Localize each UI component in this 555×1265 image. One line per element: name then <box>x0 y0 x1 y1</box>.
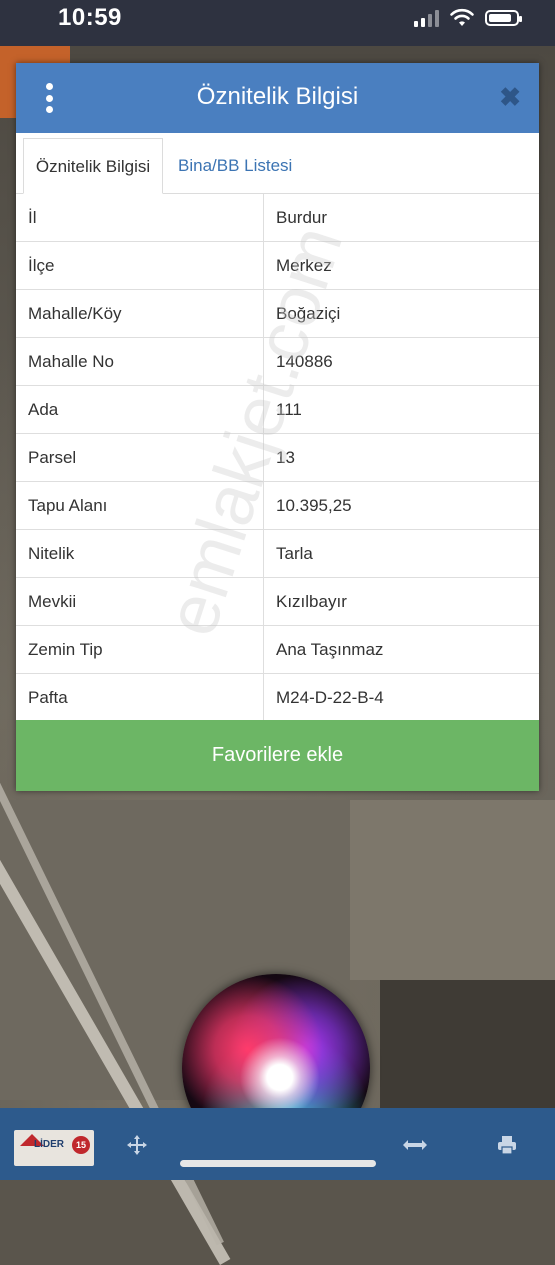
row-key: Pafta <box>16 673 264 722</box>
dialog-tabs: Öznitelik Bilgisi Bina/BB Listesi <box>16 133 539 194</box>
map-field <box>380 980 555 1110</box>
table-row: İl Burdur <box>16 194 539 242</box>
row-key: Mevkii <box>16 577 264 626</box>
printer-icon[interactable] <box>496 1134 518 1156</box>
wifi-icon <box>450 8 474 26</box>
add-to-favorites-button[interactable]: Favorilere ekle <box>16 720 539 791</box>
bottom-toolbar: LİDER 15 <box>0 1108 555 1180</box>
row-key: İlçe <box>16 241 264 290</box>
table-row: Tapu Alanı 10.395,25 <box>16 481 539 530</box>
tab-building-list[interactable]: Bina/BB Listesi <box>166 138 304 193</box>
attribute-info-dialog: Öznitelik Bilgisi ✖ Öznitelik Bilgisi Bi… <box>16 63 539 791</box>
arrows-horizontal-icon[interactable] <box>402 1138 428 1152</box>
row-value: M24-D-22-B-4 <box>263 673 539 722</box>
row-key: Tapu Alanı <box>16 481 264 530</box>
table-row: Ada 111 <box>16 385 539 434</box>
table-row: Mevkii Kızılbayır <box>16 577 539 626</box>
table-row: Parsel 13 <box>16 433 539 482</box>
row-value: 140886 <box>263 337 539 386</box>
logo-number: 15 <box>72 1136 90 1154</box>
table-row: Mahalle No 140886 <box>16 337 539 386</box>
row-value: Ana Taşınmaz <box>263 625 539 674</box>
row-key: Mahalle No <box>16 337 264 386</box>
battery-icon <box>485 10 522 26</box>
status-time: 10:59 <box>58 4 122 31</box>
row-value: Burdur <box>263 194 539 242</box>
row-value: Boğaziçi <box>263 289 539 338</box>
dialog-header: Öznitelik Bilgisi ✖ <box>16 63 539 133</box>
row-key: Mahalle/Köy <box>16 289 264 338</box>
row-value: 13 <box>263 433 539 482</box>
row-key: Nitelik <box>16 529 264 578</box>
dialog-title: Öznitelik Bilgisi <box>196 83 359 110</box>
row-value: 111 <box>263 385 539 434</box>
status-icons <box>414 8 522 28</box>
row-value: 10.395,25 <box>263 481 539 530</box>
close-icon[interactable]: ✖ <box>499 83 521 111</box>
home-indicator[interactable] <box>180 1160 376 1167</box>
table-row: Nitelik Tarla <box>16 529 539 578</box>
status-bar: 10:59 <box>0 0 555 40</box>
row-value: Kızılbayır <box>263 577 539 626</box>
row-key: İl <box>16 194 264 242</box>
table-row: Pafta M24-D-22-B-4 <box>16 673 539 722</box>
row-value: Merkez <box>263 241 539 290</box>
company-logo[interactable]: LİDER 15 <box>14 1130 94 1166</box>
move-icon[interactable] <box>126 1134 148 1156</box>
attribute-table: İl Burdur İlçe Merkez Mahalle/Köy Boğazi… <box>16 194 539 722</box>
row-key: Ada <box>16 385 264 434</box>
row-value: Tarla <box>263 529 539 578</box>
cellular-signal-icon <box>414 9 439 27</box>
row-key: Parsel <box>16 433 264 482</box>
tab-attribute-info[interactable]: Öznitelik Bilgisi <box>23 138 163 194</box>
table-row: Zemin Tip Ana Taşınmaz <box>16 625 539 674</box>
row-key: Zemin Tip <box>16 625 264 674</box>
map-field <box>350 800 555 980</box>
logo-text: LİDER <box>34 1139 64 1150</box>
table-row: İlçe Merkez <box>16 241 539 290</box>
table-row: Mahalle/Köy Boğaziçi <box>16 289 539 338</box>
